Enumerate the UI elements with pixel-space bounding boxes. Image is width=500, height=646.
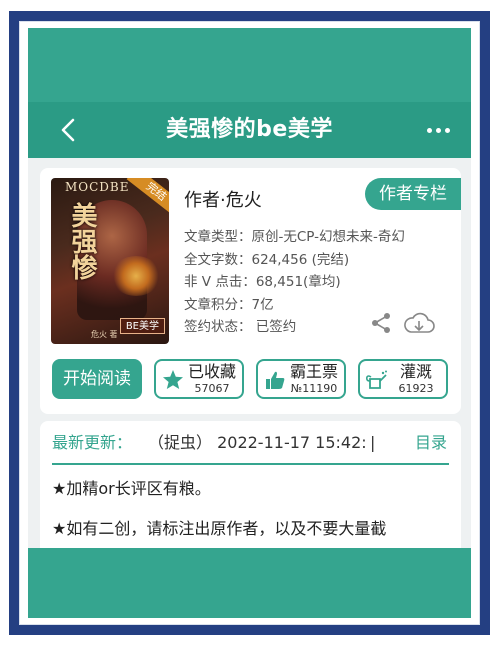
thumbs-up-icon <box>266 371 285 389</box>
cloud-download-icon[interactable] <box>402 312 436 336</box>
cover-flowers <box>111 256 161 296</box>
back-button[interactable] <box>52 110 84 150</box>
bawang-ticket-button[interactable]: 霸王票 №11190 <box>256 359 346 399</box>
start-reading-button[interactable]: 开始阅读 <box>52 359 142 399</box>
irrigate-label: 灌溉 <box>399 362 432 381</box>
cover-title: 美强惨 <box>67 202 97 280</box>
author-name[interactable]: 作者·危火 <box>184 186 262 212</box>
book-cover[interactable]: MOCDBE 美强惨 完结 危火 著 BE美学 <box>51 178 169 344</box>
star-icon <box>163 370 183 389</box>
chevron-left-icon <box>61 118 75 142</box>
toc-link[interactable]: 目录 <box>415 421 447 465</box>
top-bar: 美强惨的be美学 <box>28 102 471 158</box>
bawang-count: №11190 <box>290 382 338 395</box>
collect-count: 57067 <box>194 382 230 395</box>
meta-type: 文章类型：原创-无CP-幻想未来-奇幻 <box>184 229 405 245</box>
share-icon[interactable] <box>370 312 392 334</box>
bawang-label: 霸王票 <box>289 362 338 381</box>
page-title: 美强惨的be美学 <box>166 117 333 142</box>
meta-clicks: 非 V 点击：68,451(章均) <box>184 274 341 290</box>
book-info-card: MOCDBE 美强惨 完结 危火 著 BE美学 作者·危火 作者专栏 文章类型：… <box>40 168 461 414</box>
status-strip <box>28 28 471 102</box>
app-screen: 美强惨的be美学 MOCDBE 美强惨 完结 危火 著 BE美学 作者·危火 作… <box>28 28 471 618</box>
cover-badge: BE美学 <box>119 318 165 334</box>
author-column-button[interactable]: 作者专栏 <box>365 178 461 210</box>
collect-button[interactable]: 已收藏 57067 <box>154 359 244 399</box>
update-separator: | <box>370 433 376 452</box>
meta-words: 全文字数：624,456 (完结) <box>184 251 350 268</box>
latest-update-text: （捉虫） 2022-11-17 15:42:( <box>148 433 366 452</box>
cover-author: 危火 著 <box>91 330 118 339</box>
notice-line: ★如有二创，请标注出原作者，以及不要大量截 <box>52 519 387 538</box>
latest-update-bar[interactable]: 最新更新： （捉虫） 2022-11-17 15:42:( | 目录 <box>52 421 449 465</box>
watering-can-icon <box>366 370 387 389</box>
irrigate-count: 61923 <box>398 382 434 395</box>
cover-top-text: MOCDBE <box>65 180 130 194</box>
collect-label: 已收藏 <box>187 362 236 381</box>
notice-line: ★加精or长评区有粮。 <box>52 479 211 498</box>
more-button[interactable] <box>421 118 455 142</box>
bottom-strip <box>28 548 471 618</box>
more-dots-icon <box>426 127 432 133</box>
latest-update-label: 最新更新： <box>52 433 133 452</box>
irrigate-button[interactable]: 灌溉 61923 <box>358 359 448 399</box>
